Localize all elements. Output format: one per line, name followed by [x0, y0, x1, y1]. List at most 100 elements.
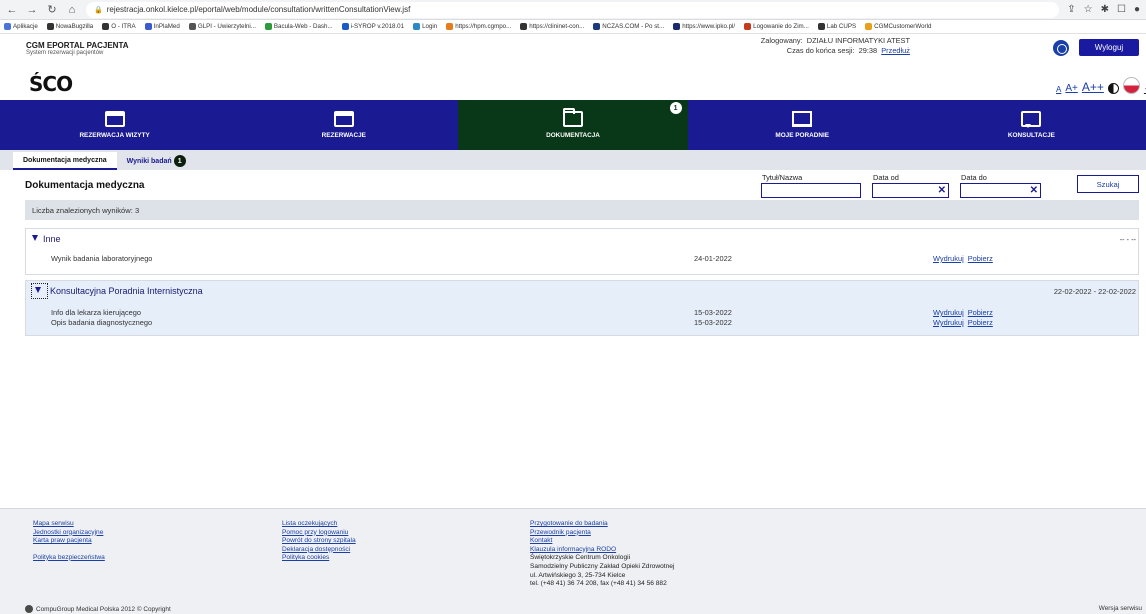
footer-address-line: Samodzielny Publiczny Zakład Opieki Zdro… [530, 562, 675, 570]
bookmark-label: https://www.ipko.pl/ [682, 23, 736, 30]
bookmark-item[interactable]: InPlaMed [144, 23, 180, 30]
polish-flag-icon[interactable] [1122, 77, 1140, 94]
footer-link[interactable]: Deklaracja dostępności [282, 546, 356, 555]
print-link[interactable]: Wydrukuj [933, 318, 964, 327]
footer-link[interactable]: Powrót do strony szpitala [282, 537, 356, 546]
footer-address-line: tel. (+48 41) 36 74 208, fax (+48 41) 34… [530, 580, 667, 588]
footer-link[interactable]: Lista oczekujących [282, 520, 356, 529]
footer-column-2: Lista oczekujących Pomoc przy logowaniu … [282, 520, 356, 563]
document-name: Opis badania diagnostycznego [51, 318, 153, 327]
footer-link[interactable]: Przygotowanie do badania [530, 520, 674, 529]
date-from-input[interactable]: ✕ [872, 183, 949, 198]
footer-link[interactable]: Przewodnik pacjenta [530, 529, 674, 538]
bookmark-item[interactable]: i-SYROP v.2018.01 [341, 23, 405, 30]
expand-triangle-icon[interactable] [32, 235, 38, 241]
folder-icon [563, 108, 583, 127]
nav-tab-label: REZERWACJA WIZYTY [79, 132, 150, 139]
font-size-small[interactable]: A [1056, 85, 1061, 94]
extend-session-link[interactable]: Przedłuż [881, 46, 910, 55]
print-link[interactable]: Wydrukuj [933, 308, 964, 317]
share-icon[interactable]: ⇪ [1067, 4, 1075, 15]
address-bar[interactable]: 🔒 rejestracja.onkol.kielce.pl/eportal/we… [86, 1, 1060, 18]
font-size-large[interactable]: A++ [1082, 80, 1104, 94]
subtab-dokumentacja-medyczna[interactable]: Dokumentacja medyczna [13, 152, 117, 170]
bookmark-item[interactable]: https://hpm.cgmpo... [446, 23, 511, 30]
forward-icon[interactable]: → [26, 4, 38, 16]
bookmark-label: NowaBugzilla [55, 23, 94, 30]
nav-tab-dokumentacja[interactable]: 1 DOKUMENTACJA [458, 100, 688, 150]
footer-link[interactable]: Karta praw pacjenta [33, 537, 105, 546]
footer-link[interactable]: Jednostki organizacyjne [33, 529, 105, 538]
title-filter-input[interactable] [761, 183, 861, 198]
bookmark-label: InPlaMed [153, 23, 180, 30]
brand-subtitle: System rezerwacji pacjentów [26, 50, 104, 56]
lock-icon: 🔒 [94, 6, 103, 14]
download-link[interactable]: Pobierz [968, 308, 993, 317]
bookmark-item[interactable]: Lab CUPS [817, 23, 856, 30]
nav-tab-rezerwacje[interactable]: REZERWACJE [229, 100, 458, 150]
bookmark-label: https://clininet-con... [529, 23, 585, 30]
nav-tab-label: MOJE PORADNIE [775, 132, 830, 139]
list-item: Info dla lekarza kierującego 15-03-2022 … [26, 308, 1138, 318]
bookmark-item[interactable]: Logowanie do Zim... [744, 23, 809, 30]
accessibility-controls: A A+ A++ ▼ [1056, 77, 1146, 94]
nav-tab-rezerwacja-wizyty[interactable]: REZERWACJA WIZYTY [0, 100, 229, 150]
bookmark-label: i-SYROP v.2018.01 [350, 23, 405, 30]
date-to-input[interactable]: ✕ [960, 183, 1041, 198]
home-icon[interactable]: ⌂ [66, 4, 78, 16]
bookmark-item[interactable]: CGMCustomerWorld [865, 23, 931, 30]
bookmark-favicon-icon [264, 23, 272, 30]
download-link[interactable]: Pobierz [968, 254, 993, 263]
back-icon[interactable]: ← [6, 4, 18, 16]
bookmark-item[interactable]: GLPI - Uwierzytelni... [188, 23, 256, 30]
search-button[interactable]: Szukaj [1077, 175, 1139, 193]
expand-triangle-icon[interactable] [35, 287, 41, 293]
star-icon[interactable]: ☆ [1084, 4, 1093, 15]
subtab-wyniki-badan[interactable]: Wyniki badań 1 [117, 152, 196, 170]
bookmark-item[interactable]: Bacula-Web - Dash... [264, 23, 333, 30]
group-header[interactable]: Inne -- - -- [26, 229, 1138, 249]
bookmark-item[interactable]: NowaBugzilla [46, 23, 94, 30]
chat-icon [1021, 111, 1042, 128]
document-date: 15-03-2022 [694, 308, 732, 317]
font-size-medium[interactable]: A+ [1065, 83, 1078, 94]
footer-link[interactable]: Kontakt [530, 537, 674, 546]
reload-icon[interactable]: ↻ [46, 3, 58, 16]
footer-column-3: Przygotowanie do badania Przewodnik pacj… [530, 520, 674, 589]
portal-header: CGM EPORTAL PACJENTA System rezerwacji p… [0, 34, 1146, 70]
clear-date-to-icon[interactable]: ✕ [1030, 185, 1038, 197]
date-to-label: Data do [961, 173, 987, 182]
print-link[interactable]: Wydrukuj [933, 254, 964, 263]
nav-tab-moje-poradnie[interactable]: MOJE PORADNIE [688, 100, 917, 150]
nav-tab-label: REZERWACJE [321, 132, 366, 139]
bookmark-favicon-icon [865, 23, 873, 30]
contrast-icon[interactable] [1107, 83, 1119, 94]
footer-link[interactable]: Polityka bezpieczeństwa [33, 554, 105, 563]
bookmark-label: Aplikacje [13, 23, 38, 30]
bookmark-item[interactable]: Aplikacje [4, 23, 38, 30]
nav-tab-konsultacje[interactable]: KONSULTACJE [917, 100, 1146, 150]
bookmark-label: CGMCustomerWorld [874, 23, 932, 30]
bookmark-item[interactable]: O - ITRA [102, 23, 136, 30]
group-header[interactable]: Konsultacyjna Poradnia Internistyczna 22… [26, 281, 1138, 301]
user-account-icon[interactable] [1053, 40, 1069, 56]
footer-link[interactable]: Polityka cookies [282, 554, 356, 563]
clear-date-from-icon[interactable]: ✕ [938, 185, 946, 197]
bookmark-item[interactable]: Login [413, 23, 437, 30]
download-link[interactable]: Pobierz [968, 318, 993, 327]
bookmark-item[interactable]: https://www.ipko.pl/ [673, 23, 735, 30]
profile-icon[interactable]: ● [1134, 4, 1140, 15]
footer-address-line: Świętokrzyskie Centrum Onkologii [530, 554, 631, 562]
group-date-range: 22-02-2022 - 22-02-2022 [1053, 287, 1136, 296]
bookmark-item[interactable]: https://clininet-con... [520, 23, 584, 30]
sco-logo[interactable]: ŚCO [29, 72, 73, 96]
bookmark-item[interactable]: NCZAS.COM - Po st... [593, 23, 664, 30]
bookmark-label: O - ITRA [111, 23, 136, 30]
version-text: Wersja serwisu [1098, 605, 1142, 612]
logout-button[interactable]: Wyloguj [1079, 39, 1139, 56]
footer-link[interactable]: Mapa serwisu [33, 520, 105, 529]
extensions-icon[interactable]: ✱ [1101, 4, 1109, 15]
footer-link[interactable]: Pomoc przy logowaniu [282, 529, 356, 538]
window-icon[interactable]: ☐ [1117, 4, 1126, 15]
list-item: Wynik badania laboratoryjnego 24-01-2022… [26, 254, 1138, 264]
